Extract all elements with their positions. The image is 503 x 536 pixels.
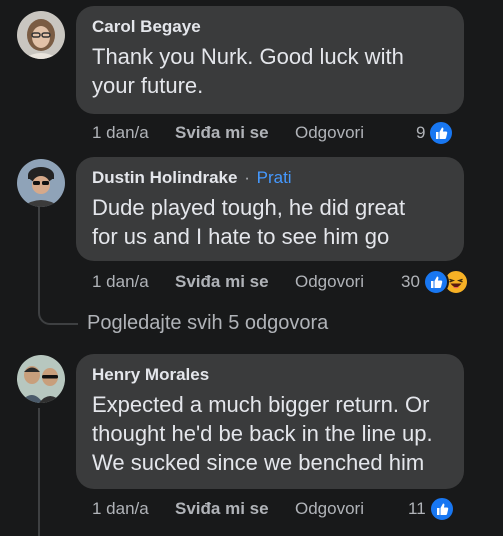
comment-text: Dude played tough, he did great for us a… [92,193,448,251]
comment-timestamp[interactable]: 1 dan/a [92,499,149,519]
comment-text-line: We sucked since we benched him [92,450,425,475]
comment-bubble: Henry Morales Expected a much bigger ret… [76,354,464,489]
reply-thread-line [38,408,40,536]
reply-button[interactable]: Odgovori [295,499,364,519]
comment-text-line: your future. [92,73,204,98]
reply-button[interactable]: Odgovori [295,272,364,292]
like-reaction-icon [428,496,455,522]
like-reaction-icon [422,269,449,295]
comment-thread: Carol Begaye Thank you Nurk. Good luck w… [0,0,503,536]
reply-button[interactable]: Odgovori [295,123,364,143]
comment-bubble: Carol Begaye Thank you Nurk. Good luck w… [76,6,464,114]
comment-text-line: thought he'd be back in the line up. [92,421,433,446]
like-button[interactable]: Sviđa mi se [175,499,269,519]
like-button[interactable]: Sviđa mi se [175,272,269,292]
comment-text-line: for us and I hate to see him go [92,224,390,249]
comment-bubble: Dustin Holindrake · Prati Dude played to… [76,157,464,261]
comment-actions: 1 dan/a Sviđa mi se Odgovori [92,272,392,294]
follow-link[interactable]: Prati [257,168,292,187]
comment-text-line: Dude played tough, he did great [92,195,406,220]
comment-text: Expected a much bigger return. Or though… [92,390,448,477]
comment-text-line: Expected a much bigger return. Or [92,392,430,417]
reaction-summary[interactable]: 30 [401,269,469,295]
comment-author-line: Henry Morales [92,364,448,386]
comment-text-line: Thank you Nurk. Good luck with [92,44,404,69]
reply-thread-line [38,206,40,306]
view-all-replies-link[interactable]: Pogledajte svih 5 odgovora [87,312,328,335]
reaction-summary[interactable]: 11 [408,496,455,522]
comment-author[interactable]: Henry Morales [92,365,209,384]
like-button[interactable]: Sviđa mi se [175,123,269,143]
reaction-count: 9 [416,123,426,142]
reply-thread-elbow [38,303,78,325]
avatar[interactable] [17,159,65,207]
comment-author[interactable]: Carol Begaye [92,17,201,36]
separator-dot: · [244,168,250,187]
avatar[interactable] [17,11,65,59]
comment-author[interactable]: Dustin Holindrake [92,168,237,187]
reaction-summary[interactable]: 9 [416,120,455,146]
comment-text: Thank you Nurk. Good luck with your futu… [92,42,448,100]
avatar[interactable] [17,355,65,403]
like-reaction-icon [428,120,455,146]
reaction-count: 30 [401,272,420,291]
comment-author-line: Dustin Holindrake · Prati [92,167,448,189]
comment-actions: 1 dan/a Sviđa mi se Odgovori [92,499,392,521]
comment-author-line: Carol Begaye [92,16,448,38]
reaction-count: 11 [408,499,426,518]
comment-actions: 1 dan/a Sviđa mi se Odgovori [92,123,392,145]
comment-timestamp[interactable]: 1 dan/a [92,123,149,143]
comment-timestamp[interactable]: 1 dan/a [92,272,149,292]
